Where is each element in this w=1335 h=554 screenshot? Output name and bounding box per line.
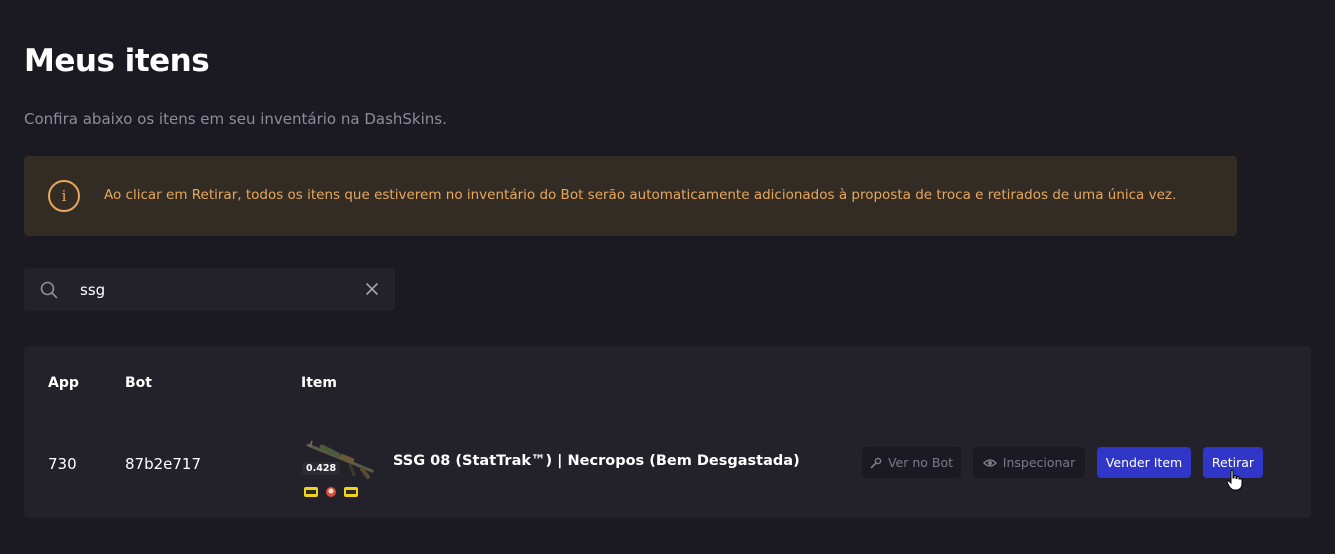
sticker-skull-icon [326,487,336,497]
hand-cursor-icon [1226,469,1243,491]
item-name: SSG 08 (StatTrak™) | Necropos (Bem Desga… [393,453,800,469]
search-input[interactable] [80,268,360,311]
sticker-navi-icon [344,487,358,497]
items-table: App Bot Item 730 87b2e717 0.428 SSG 08 (… [24,346,1311,518]
column-header-item: Item [301,375,337,391]
search-bar [24,268,395,311]
column-header-app: App [48,375,79,391]
sticker-navi-icon [304,487,318,497]
info-icon: i [48,180,80,212]
withdraw-notice: i Ao clicar em Retirar, todos os itens q… [24,156,1237,236]
column-header-bot: Bot [125,375,152,391]
search-icon [40,281,58,299]
steam-icon [870,457,882,468]
page-title: Meus itens [24,43,210,79]
sell-item-button[interactable]: Vender Item [1097,447,1191,478]
page-subtitle: Confira abaixo os itens em seu inventári… [24,110,447,128]
inspect-label: Inspecionar [1002,455,1076,470]
float-value: 0.428 [302,462,341,475]
inspect-button[interactable]: Inspecionar [973,447,1085,478]
eye-icon [982,458,997,467]
view-on-bot-button[interactable]: Ver no Bot [862,447,961,478]
cell-bot: 87b2e717 [125,455,202,473]
withdraw-label: Retirar [1211,455,1255,470]
notice-text: Ao clicar em Retirar, todos os itens que… [104,187,1177,203]
cell-app: 730 [48,455,77,473]
sell-item-label: Vender Item [1105,455,1183,470]
close-icon[interactable] [365,282,379,296]
view-on-bot-label: Ver no Bot [887,455,954,470]
